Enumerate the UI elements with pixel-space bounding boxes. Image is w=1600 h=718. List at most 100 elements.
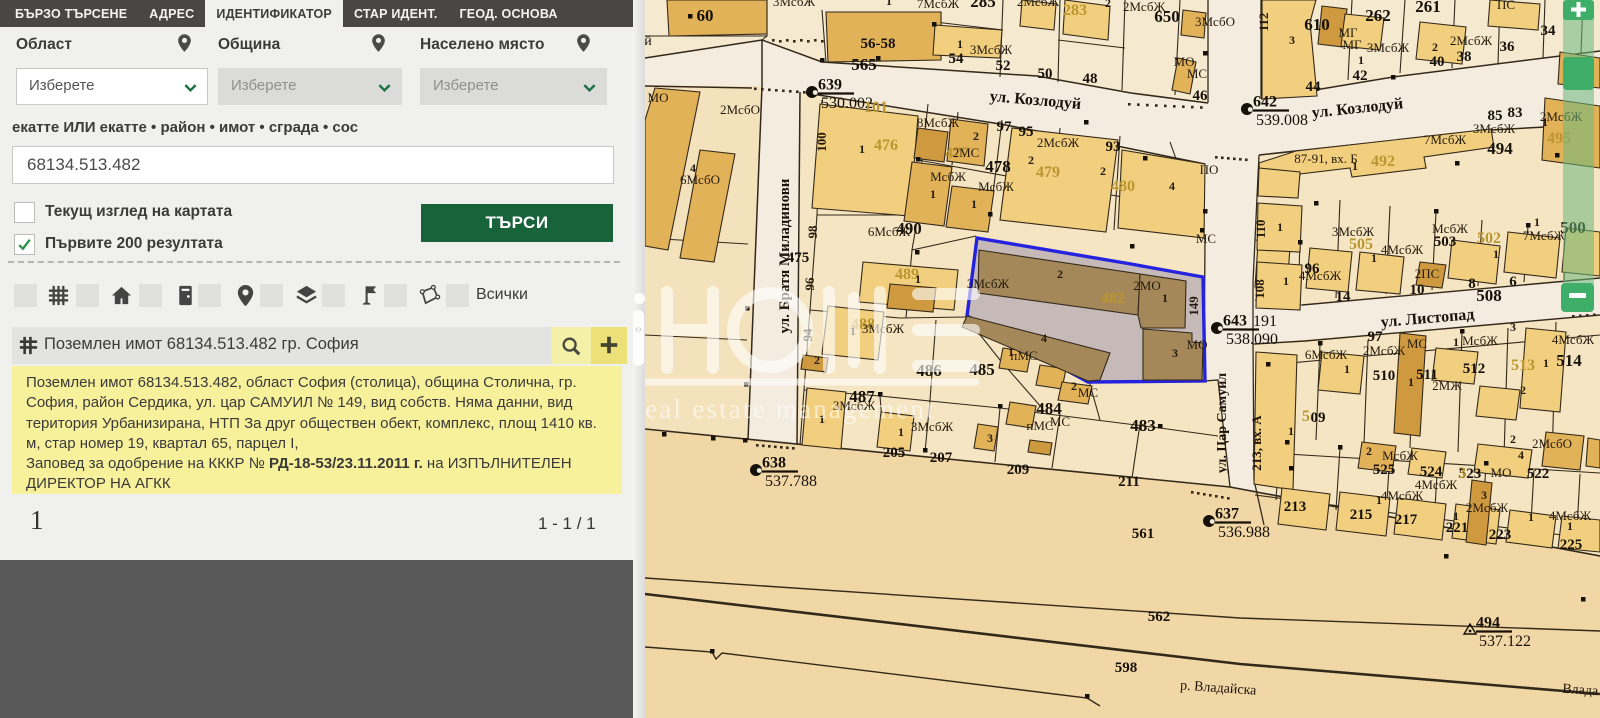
svg-text:1: 1	[886, 0, 892, 8]
svg-text:207: 207	[930, 450, 953, 466]
svg-text:2: 2	[1071, 379, 1077, 393]
svg-text:285: 285	[970, 0, 996, 11]
svg-text:МС: МС	[1078, 385, 1098, 400]
svg-text:2: 2	[1510, 432, 1516, 446]
svg-text:й: й	[644, 34, 652, 49]
svg-text:6: 6	[1509, 274, 1517, 290]
svg-text:2МсбО: 2МсбО	[720, 102, 760, 117]
svg-text:МсбЖ: МсбЖ	[978, 179, 1014, 194]
svg-text:1: 1	[859, 142, 865, 156]
svg-text:149: 149	[1186, 296, 1201, 316]
svg-text:108: 108	[1252, 279, 1267, 299]
svg-text:6МсбЖ: 6МсбЖ	[1305, 347, 1348, 362]
svg-text:561: 561	[1132, 526, 1155, 542]
svg-text:93: 93	[1106, 139, 1121, 155]
svg-text:598: 598	[1115, 660, 1138, 676]
svg-text:637: 637	[1215, 506, 1239, 523]
svg-text:3МсбЖ: 3МсбЖ	[970, 42, 1013, 57]
svg-text:494: 494	[1487, 139, 1513, 158]
svg-text:2: 2	[973, 129, 979, 143]
svg-text:ул. Цар Самуил: ул. Цар Самуил	[1215, 373, 1230, 473]
svg-text:48: 48	[1083, 71, 1098, 87]
svg-text:МС: МС	[1050, 414, 1070, 429]
svg-text:1: 1	[1493, 247, 1499, 261]
svg-text:205: 205	[883, 445, 906, 461]
svg-text:09: 09	[1311, 410, 1326, 426]
svg-text:1: 1	[1453, 509, 1459, 523]
svg-text:8МсбЖ: 8МсбЖ	[917, 115, 960, 130]
svg-text:494: 494	[1476, 615, 1500, 632]
svg-text:10: 10	[1410, 282, 1425, 298]
svg-text:2: 2	[1432, 40, 1438, 54]
svg-text:60: 60	[697, 6, 714, 25]
svg-text:1: 1	[1288, 424, 1294, 438]
svg-text:96: 96	[802, 277, 817, 291]
svg-text:пМС: пМС	[1010, 348, 1037, 363]
svg-text:1: 1	[1344, 362, 1350, 376]
svg-text:4: 4	[1041, 331, 1047, 345]
svg-text:223: 223	[1489, 527, 1512, 543]
svg-text:3МсбЖ: 3МсбЖ	[773, 0, 816, 9]
svg-text:522: 522	[1527, 466, 1550, 482]
svg-text:536.988: 536.988	[1218, 524, 1270, 541]
svg-text:6МсбО: 6МсбО	[680, 172, 720, 187]
svg-text:46: 46	[1193, 88, 1209, 104]
svg-text:7МсбЖ: 7МсбЖ	[1523, 228, 1566, 243]
svg-text:642: 642	[1253, 94, 1277, 111]
svg-text:42: 42	[1353, 68, 1368, 84]
svg-text:1: 1	[1453, 335, 1459, 349]
svg-text:1: 1	[1283, 274, 1289, 288]
svg-text:7МсбЖ: 7МсбЖ	[1424, 132, 1467, 147]
svg-text:ПС: ПС	[1497, 0, 1515, 12]
svg-text:4МсбЖ: 4МсбЖ	[1299, 268, 1342, 283]
svg-text:4: 4	[1169, 179, 1175, 193]
svg-text:14: 14	[1336, 289, 1352, 305]
svg-text:МС: МС	[1187, 66, 1207, 81]
svg-text:87-91, вх. Б: 87-91, вх. Б	[1294, 151, 1357, 166]
svg-text:52: 52	[996, 58, 1011, 74]
svg-text:2МсбЖ: 2МсбЖ	[1017, 0, 1060, 9]
svg-text:5: 5	[1302, 408, 1310, 425]
svg-text:1: 1	[915, 272, 921, 286]
svg-text:209: 209	[1007, 462, 1030, 478]
svg-text:639: 639	[818, 77, 842, 94]
svg-text:МО: МО	[1491, 465, 1512, 480]
svg-text:2МсбЖ: 2МсбЖ	[1450, 33, 1493, 48]
svg-text:475: 475	[787, 250, 810, 266]
svg-text:537.122: 537.122	[1479, 633, 1531, 650]
svg-text:83: 83	[1508, 105, 1523, 121]
svg-text:480: 480	[1111, 178, 1135, 195]
svg-text:2МсбЖ: 2МсбЖ	[1363, 343, 1406, 358]
svg-text:1: 1	[1162, 291, 1168, 305]
svg-text:7МсбЖ: 7МсбЖ	[917, 0, 960, 11]
svg-text:479: 479	[1036, 164, 1060, 181]
svg-text:100: 100	[814, 132, 829, 152]
svg-text:56-58: 56-58	[861, 36, 896, 52]
svg-text:3: 3	[1510, 320, 1516, 334]
svg-text:2: 2	[1520, 383, 1526, 397]
svg-text:4: 4	[1518, 448, 1524, 462]
svg-text:101: 101	[864, 99, 888, 116]
svg-text:4: 4	[690, 161, 696, 175]
svg-text:225: 225	[1560, 537, 1583, 553]
svg-text:2МсбЖ: 2МсбЖ	[1123, 0, 1166, 14]
svg-text:34: 34	[1541, 23, 1557, 39]
svg-text:2МсбЖ: 2МсбЖ	[1466, 500, 1509, 515]
svg-text:538.090: 538.090	[1226, 331, 1278, 348]
svg-text:191: 191	[1253, 313, 1277, 330]
svg-text:2: 2	[814, 353, 820, 367]
svg-text:МсбЖ: МсбЖ	[1462, 333, 1498, 348]
svg-text:6МсбЖ: 6МсбЖ	[868, 224, 911, 239]
svg-text:1: 1	[1534, 215, 1540, 229]
svg-text:95: 95	[1019, 124, 1034, 140]
svg-text:2МО: 2МО	[1133, 278, 1160, 293]
svg-text:1: 1	[1542, 115, 1548, 129]
svg-text:510: 510	[1373, 368, 1396, 384]
svg-text:492: 492	[1371, 153, 1395, 170]
svg-text:503: 503	[1434, 234, 1457, 250]
svg-text:2: 2	[1105, 0, 1111, 10]
svg-text:4МсбЖ: 4МсбЖ	[1381, 488, 1424, 503]
svg-text:638: 638	[762, 455, 786, 472]
svg-text:50: 50	[1038, 66, 1053, 82]
svg-text:1: 1	[1277, 220, 1283, 234]
